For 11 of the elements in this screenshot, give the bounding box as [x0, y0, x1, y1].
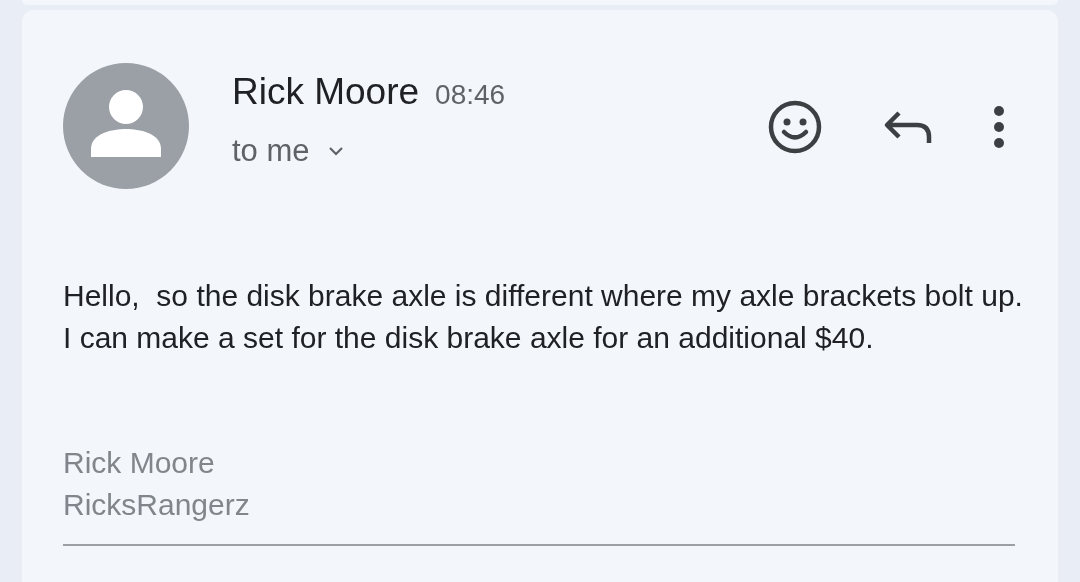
chevron-down-icon — [327, 146, 344, 156]
emoji-icon[interactable] — [767, 99, 823, 155]
more-options-icon[interactable] — [993, 105, 1005, 149]
signature-line: RicksRangerz — [63, 487, 251, 523]
message-body: Hello, so the disk brake axle is different where my axle brackets bolt up. I can make a set for the disk brake axle for an additional $40. — [63, 278, 1023, 356]
avatar-icon — [63, 63, 189, 189]
reply-icon[interactable] — [883, 109, 933, 145]
sender-name: Rick Moore — [232, 71, 420, 113]
message-time: 08:46 — [435, 79, 506, 111]
signature-line: Rick Moore — [63, 445, 216, 481]
recipient-toggle[interactable]: to me — [232, 133, 344, 169]
